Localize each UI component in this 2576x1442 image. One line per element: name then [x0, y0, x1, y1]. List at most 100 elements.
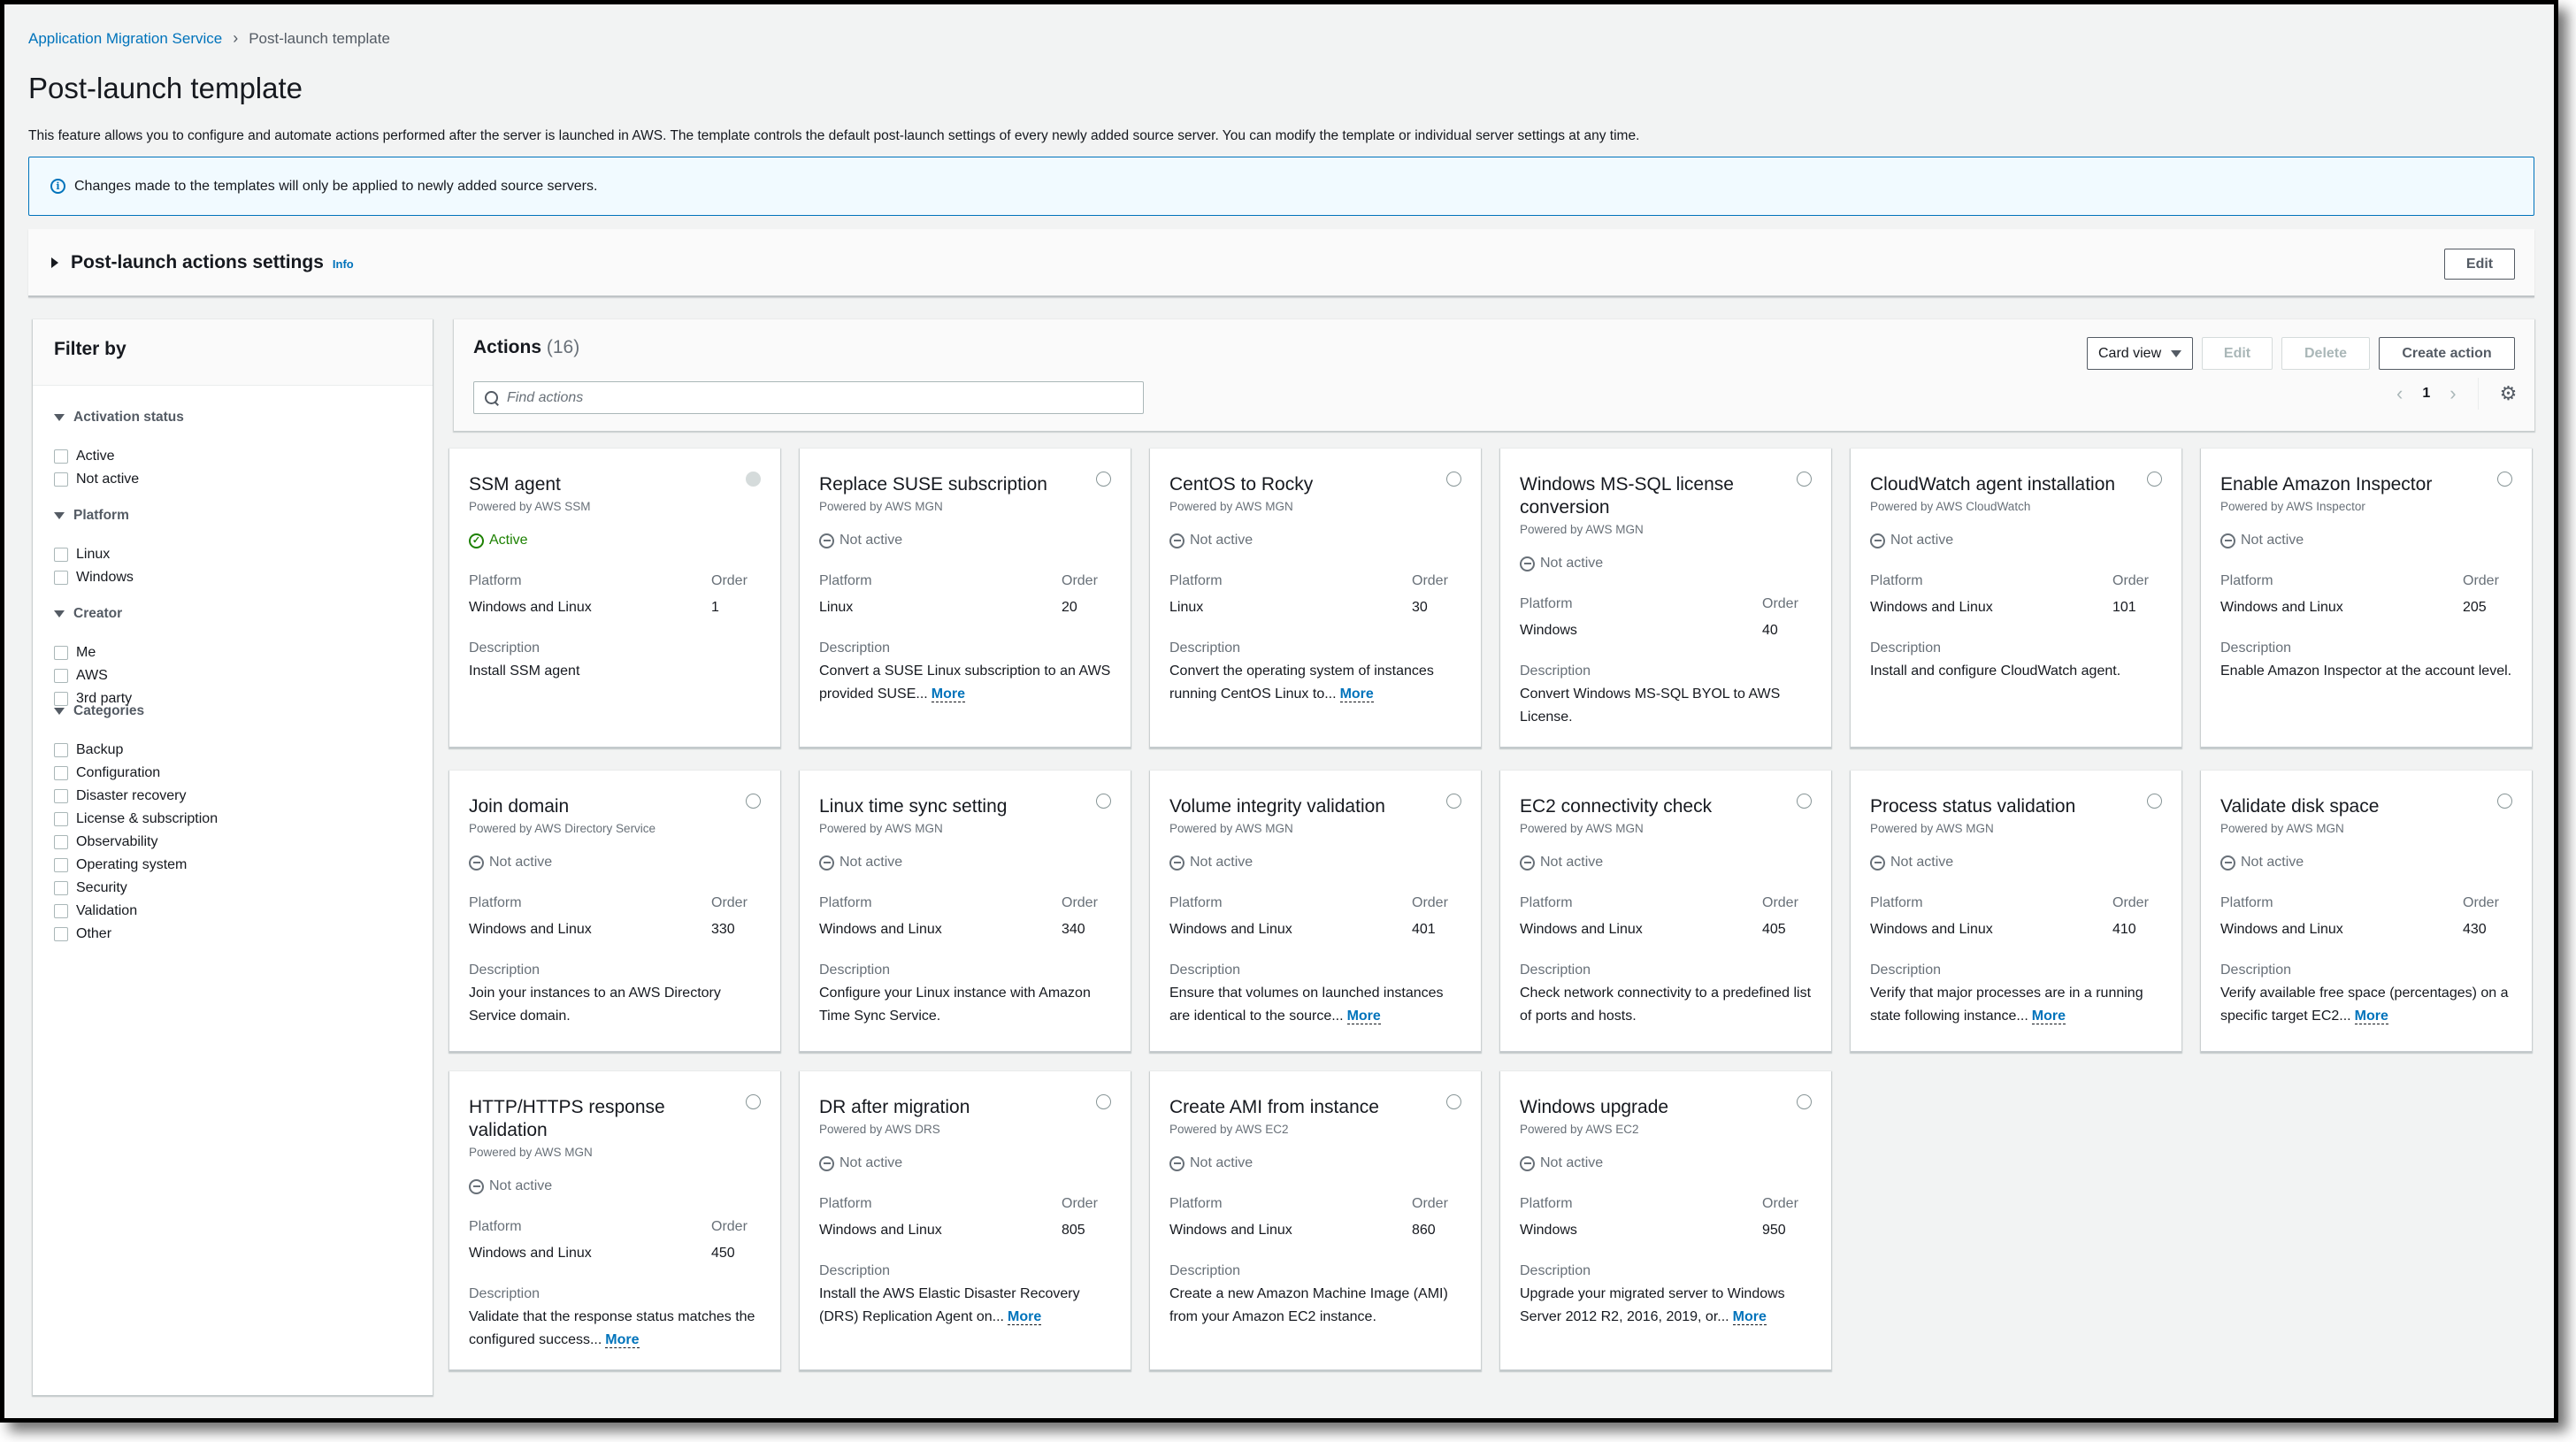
filter-option[interactable]: AWS [54, 664, 132, 687]
checkbox[interactable] [54, 449, 68, 464]
checkbox[interactable] [54, 812, 68, 826]
action-card[interactable]: EC2 connectivity check Powered by AWS MGN… [1500, 771, 1831, 1052]
filter-option[interactable]: License & subscription [54, 808, 218, 831]
filter-option[interactable]: Validation [54, 900, 218, 923]
card-title: Validate disk space [2220, 796, 2380, 817]
checkbox[interactable] [54, 927, 68, 941]
action-card[interactable]: SSM agent Powered by AWS SSM ✓ Active Platfo… [449, 449, 780, 748]
filter-option[interactable]: Not active [54, 468, 184, 491]
card-select-radio[interactable] [746, 794, 761, 809]
checkbox[interactable] [54, 669, 68, 683]
breadcrumb-link-service[interactable]: Application Migration Service [28, 30, 222, 48]
platform-field: Platform Windows and Linux [2220, 573, 2343, 616]
settings-edit-button[interactable]: Edit [2444, 249, 2515, 280]
card-select-radio[interactable] [2147, 794, 2162, 809]
card-select-radio[interactable] [746, 472, 761, 487]
filter-group-title: Platform [73, 508, 129, 523]
more-link[interactable]: More [1339, 686, 1374, 702]
action-card[interactable]: Windows MS-SQL license conversion Powered… [1500, 449, 1831, 748]
card-select-radio[interactable] [1096, 472, 1111, 487]
card-select-radio[interactable] [2497, 794, 2512, 809]
filter-group-header[interactable]: Creator [54, 606, 132, 622]
checkbox[interactable] [54, 571, 68, 585]
more-link[interactable]: More [1732, 1309, 1767, 1325]
more-link[interactable]: More [2354, 1009, 2388, 1024]
card-select-radio[interactable] [1797, 794, 1812, 809]
card-select-radio[interactable] [1797, 1094, 1812, 1109]
card-select-radio[interactable] [1446, 1094, 1461, 1109]
action-card[interactable]: Volume integrity validation Powered by AW… [1150, 771, 1481, 1052]
settings-section-title[interactable]: Post-launch actions settings [71, 252, 324, 273]
more-link[interactable]: More [1008, 1309, 1042, 1325]
card-select-radio[interactable] [746, 1094, 761, 1109]
action-card[interactable]: Process status validation Powered by AWS … [1851, 771, 2181, 1052]
filter-option[interactable]: Disaster recovery [54, 785, 218, 808]
more-link[interactable]: More [1346, 1009, 1381, 1024]
action-card[interactable]: Linux time sync setting Powered by AWS MG… [800, 771, 1131, 1052]
checkbox[interactable] [54, 835, 68, 849]
search-input[interactable] [507, 389, 1126, 406]
checkbox[interactable] [54, 789, 68, 803]
search-field[interactable] [473, 381, 1144, 414]
card-select-radio[interactable] [1096, 1094, 1111, 1109]
card-select-radio[interactable] [1096, 794, 1111, 809]
chevron-left-icon[interactable]: ‹ [2396, 382, 2403, 405]
action-card[interactable]: Join domain Powered by AWS Directory Serv… [449, 771, 780, 1052]
action-card[interactable]: CloudWatch agent installation Powered by … [1851, 449, 2181, 748]
platform-value: Windows and Linux [1169, 1223, 1292, 1238]
filter-group-header[interactable]: Platform [54, 508, 134, 524]
checkbox[interactable] [54, 881, 68, 895]
filter-option[interactable]: Linux [54, 543, 134, 566]
checkbox[interactable] [54, 766, 68, 780]
filter-option[interactable]: Me [54, 641, 132, 664]
filter-option[interactable]: Security [54, 877, 218, 900]
caret-down-icon [54, 708, 65, 715]
checkbox[interactable] [54, 472, 68, 487]
action-card[interactable]: Enable Amazon Inspector Powered by AWS In… [2201, 449, 2532, 748]
action-card[interactable]: Create AMI from instance Powered by AWS E… [1150, 1071, 1481, 1370]
action-card[interactable]: CentOS to Rocky Powered by AWS MGN Not act… [1150, 449, 1481, 748]
action-card[interactable]: DR after migration Powered by AWS DRS Not … [800, 1071, 1131, 1370]
card-powered-by: Powered by AWS MGN [469, 1146, 593, 1159]
page-number[interactable]: 1 [2422, 386, 2430, 402]
action-card[interactable]: Windows upgrade Powered by AWS EC2 Not act… [1500, 1071, 1831, 1370]
edit-action-button[interactable]: Edit [2202, 337, 2273, 370]
checkbox[interactable] [54, 858, 68, 872]
create-action-button[interactable]: Create action [2379, 337, 2515, 370]
card-select-radio[interactable] [2147, 472, 2162, 487]
gear-icon[interactable]: ⚙ [2500, 382, 2518, 405]
platform-value: Windows and Linux [819, 1223, 942, 1238]
order-label: Order [1412, 573, 1448, 588]
card-select-radio[interactable] [1446, 472, 1461, 487]
more-link[interactable]: More [605, 1332, 640, 1348]
chevron-right-icon[interactable]: › [2450, 382, 2456, 405]
filter-option[interactable]: Backup [54, 739, 218, 762]
filter-group-header[interactable]: Categories [54, 703, 218, 719]
action-card[interactable]: HTTP/HTTPS response validation Powered by… [449, 1071, 780, 1370]
card-select-radio[interactable] [2497, 472, 2512, 487]
delete-action-button[interactable]: Delete [2281, 337, 2370, 370]
view-select[interactable]: Card view [2087, 337, 2193, 370]
checkbox[interactable] [54, 646, 68, 660]
platform-label: Platform [469, 573, 522, 588]
checkbox[interactable] [54, 904, 68, 918]
action-card[interactable]: Replace SUSE subscription Powered by AWS … [800, 449, 1131, 748]
checkbox[interactable] [54, 743, 68, 757]
filter-option[interactable]: Active [54, 445, 184, 468]
filter-option[interactable]: Operating system [54, 854, 218, 877]
card-select-radio[interactable] [1446, 794, 1461, 809]
info-link[interactable]: Info [333, 257, 354, 271]
caret-right-icon[interactable] [51, 257, 58, 268]
filter-group-header[interactable]: Activation status [54, 410, 184, 426]
more-link[interactable]: More [931, 686, 965, 702]
more-link[interactable]: More [2031, 1009, 2066, 1024]
filter-option[interactable]: Configuration [54, 762, 218, 785]
filter-option[interactable]: Windows [54, 566, 134, 589]
checkbox[interactable] [54, 548, 68, 562]
filter-option[interactable]: Observability [54, 831, 218, 854]
platform-field: Platform Windows and Linux [819, 1196, 942, 1239]
action-card[interactable]: Validate disk space Powered by AWS MGN Not… [2201, 771, 2532, 1052]
card-select-radio[interactable] [1797, 472, 1812, 487]
filter-option[interactable]: Other [54, 923, 218, 946]
order-value: 410 [2112, 922, 2136, 937]
